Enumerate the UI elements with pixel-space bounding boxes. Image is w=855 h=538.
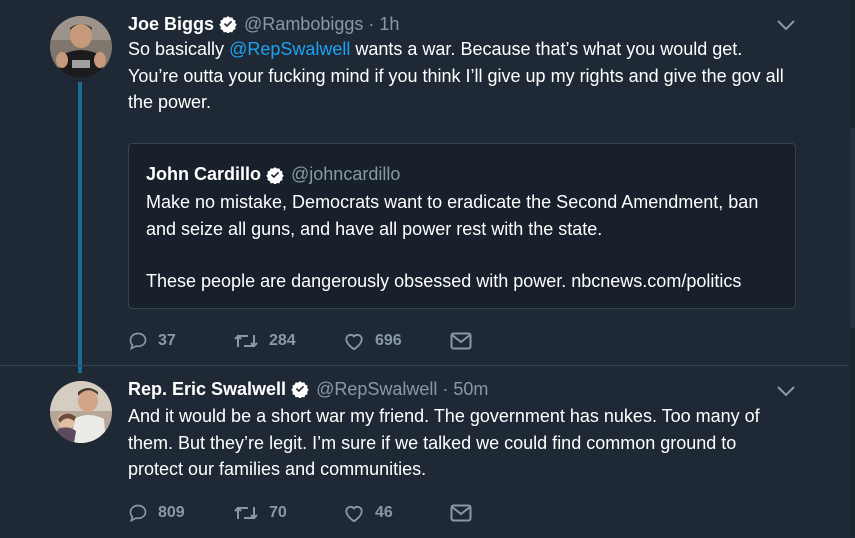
avatar-eric-swalwell[interactable] xyxy=(50,381,112,443)
retweet-count: 284 xyxy=(269,332,296,349)
tweet-text-part: So basically xyxy=(128,39,230,59)
quoted-tweet-header: John Cardillo @johncardillo xyxy=(146,164,400,185)
avatar-joe-biggs-image xyxy=(50,16,112,78)
scrollbar-thumb[interactable] xyxy=(850,128,855,328)
quoted-tweet-text: Make no mistake, Democrats want to eradi… xyxy=(146,189,786,295)
retweet-count: 70 xyxy=(269,504,287,521)
quoted-author-handle: @johncardillo xyxy=(291,164,401,184)
verified-badge-icon xyxy=(219,15,237,33)
retweet-icon xyxy=(234,506,258,520)
tweet-header: Joe Biggs @Rambobiggs · 1h xyxy=(128,12,399,36)
tweet-header: Rep. Eric Swalwell @RepSwalwell · 50m xyxy=(128,377,488,401)
quoted-paragraph: Make no mistake, Democrats want to eradi… xyxy=(146,192,759,239)
reply-icon xyxy=(129,332,147,351)
tweet-joe-biggs[interactable]: Joe Biggs @Rambobiggs · 1h So basically … xyxy=(0,0,848,365)
tweet-actions: 37 284 696 xyxy=(128,326,472,356)
like-count: 46 xyxy=(375,504,393,521)
chevron-down-icon[interactable] xyxy=(776,384,796,398)
like-count: 696 xyxy=(375,332,402,349)
quoted-tweet[interactable]: John Cardillo @johncardillo Make no mist… xyxy=(128,143,796,309)
retweet-icon xyxy=(234,334,258,348)
avatar-joe-biggs[interactable] xyxy=(50,16,112,78)
reply-button[interactable]: 37 xyxy=(128,331,233,351)
tweet-eric-swalwell[interactable]: Rep. Eric Swalwell @RepSwalwell · 50m An… xyxy=(0,365,848,538)
quoted-author-name: John Cardillo xyxy=(146,164,262,184)
retweet-button[interactable]: 70 xyxy=(233,503,343,523)
verified-badge-icon xyxy=(291,380,309,398)
mention-link[interactable]: @RepSwalwell xyxy=(229,39,350,59)
separator-dot: · xyxy=(368,13,375,34)
direct-message-icon xyxy=(450,504,472,522)
author-handle[interactable]: @Rambobiggs xyxy=(244,14,363,35)
reply-button[interactable]: 809 xyxy=(128,503,233,523)
retweet-button[interactable]: 284 xyxy=(233,331,343,351)
reply-icon xyxy=(129,504,147,523)
tweet-actions: 809 70 46 xyxy=(128,498,472,528)
like-icon xyxy=(345,506,363,523)
like-button[interactable]: 46 xyxy=(343,503,450,523)
direct-message-button[interactable] xyxy=(450,332,472,350)
author-name[interactable]: Joe Biggs xyxy=(128,14,214,35)
thread-connector-line-top xyxy=(78,366,82,373)
separator-dot: · xyxy=(442,378,449,399)
like-icon xyxy=(345,334,363,351)
author-handle[interactable]: @RepSwalwell xyxy=(316,379,437,400)
author-name[interactable]: Rep. Eric Swalwell xyxy=(128,379,286,400)
quoted-paragraph: These people are dangerously obsessed wi… xyxy=(146,271,742,291)
tweet-timestamp[interactable]: 50m xyxy=(453,379,488,400)
direct-message-button[interactable] xyxy=(450,504,472,522)
direct-message-icon xyxy=(450,332,472,350)
tweet-timestamp[interactable]: 1h xyxy=(379,14,399,35)
tweet-text: And it would be a short war my friend. T… xyxy=(128,406,760,479)
verified-badge-icon xyxy=(266,166,284,184)
like-button[interactable]: 696 xyxy=(343,331,450,351)
avatar-eric-swalwell-image xyxy=(50,381,112,443)
tweet-text: So basically @RepSwalwell wants a war. B… xyxy=(128,36,788,116)
reply-count: 809 xyxy=(158,504,185,521)
thread-connector-line xyxy=(78,82,82,365)
chevron-down-icon[interactable] xyxy=(776,18,796,32)
reply-count: 37 xyxy=(158,332,176,349)
